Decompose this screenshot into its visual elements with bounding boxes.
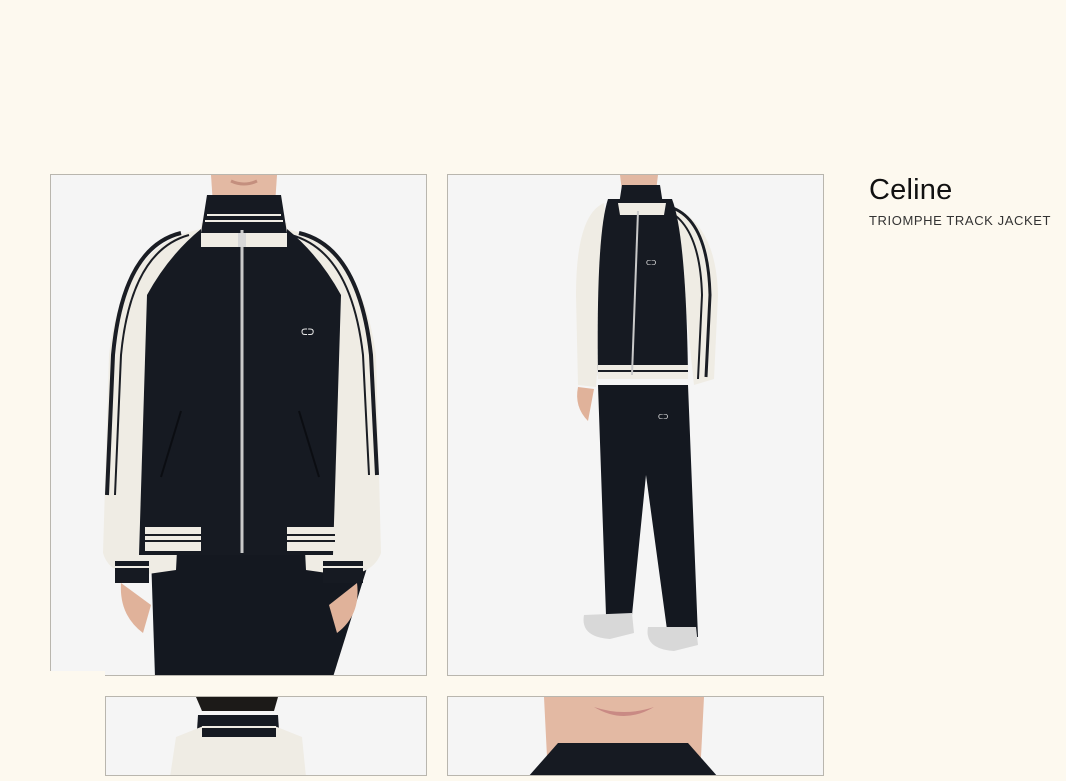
jacket-front-photo: ᑕᑐ <box>51 175 426 675</box>
brand-name: Celine <box>869 174 953 206</box>
svg-text:ᑕᑐ: ᑕᑐ <box>658 414 668 421</box>
jacket-full-body-photo: ᑕᑐ ᑕᑐ <box>448 175 823 675</box>
product-image-back[interactable] <box>105 696 427 776</box>
svg-text:ᑕᑐ: ᑕᑐ <box>301 327 315 337</box>
jacket-back-photo <box>106 697 426 775</box>
product-name: TRIOMPHE TRACK JACKET <box>869 213 1052 228</box>
product-image-front[interactable]: ᑕᑐ <box>50 174 427 676</box>
product-image-full-body[interactable]: ᑕᑐ ᑕᑐ <box>447 174 824 676</box>
jacket-collar-photo <box>448 697 823 775</box>
product-image-collar-detail[interactable] <box>447 696 824 776</box>
gallery-gap <box>50 671 105 781</box>
product-info: Celine TRIOMPHE TRACK JACKET <box>869 170 1051 228</box>
svg-text:ᑕᑐ: ᑕᑐ <box>646 260 656 267</box>
